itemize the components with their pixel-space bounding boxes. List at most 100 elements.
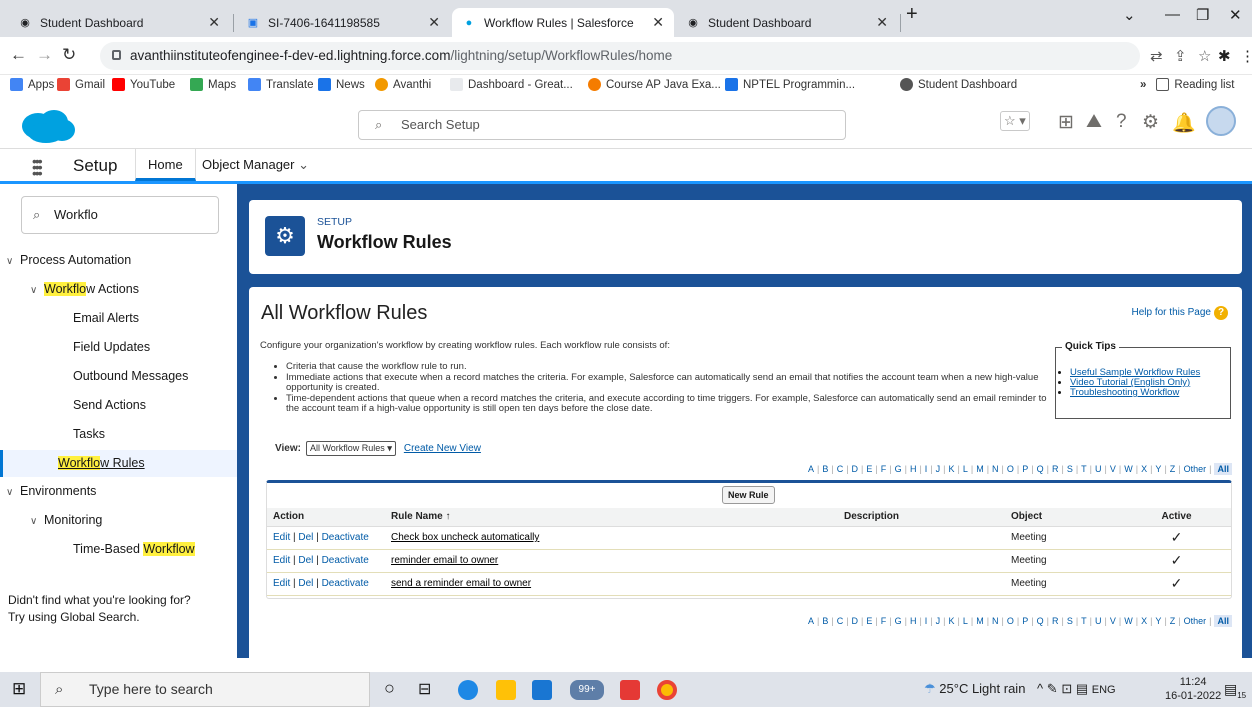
edit-link[interactable]: Edit xyxy=(273,555,290,566)
alphabet-filter-link[interactable]: V xyxy=(1110,616,1116,626)
alphabet-filter-link[interactable]: All xyxy=(1214,463,1232,475)
minimize-icon[interactable]: — xyxy=(1165,6,1180,23)
alphabet-filter-link[interactable]: Y xyxy=(1155,616,1161,626)
global-actions-icon[interactable]: ⊞ xyxy=(1058,111,1074,134)
bookmark-maps[interactable]: Maps xyxy=(190,78,236,91)
back-icon[interactable]: ← xyxy=(10,45,27,65)
alphabet-filter-link[interactable]: I xyxy=(925,616,928,626)
alphabet-filter-link[interactable]: F xyxy=(881,616,887,626)
alphabet-filter-link[interactable]: B xyxy=(822,464,828,474)
alphabet-filter-link[interactable]: E xyxy=(866,616,872,626)
delete-link[interactable]: Del xyxy=(298,555,313,566)
office-icon[interactable] xyxy=(620,680,640,700)
bookmark-dashboard[interactable]: Dashboard - Great... xyxy=(450,78,573,91)
volume-icon[interactable]: ▤ xyxy=(1076,681,1088,696)
favorites-star-icon[interactable]: ☆ ▾ xyxy=(1000,111,1030,131)
nav-workflow-rules[interactable]: Workflow Rules xyxy=(0,450,237,477)
gear-icon[interactable]: ⚙ xyxy=(1142,111,1159,134)
bookmark-avanthi[interactable]: Avanthi xyxy=(375,78,431,91)
store-icon[interactable] xyxy=(532,680,552,700)
nav-time-based-workflow[interactable]: Time-Based Workflow xyxy=(0,536,237,563)
tab-search-icon[interactable]: ⌄ xyxy=(1123,6,1136,24)
alphabet-filter-link[interactable]: All xyxy=(1214,615,1232,627)
deactivate-link[interactable]: Deactivate xyxy=(322,532,369,543)
close-window-icon[interactable]: ✕ xyxy=(1229,6,1242,24)
alphabet-filter-link[interactable]: Q xyxy=(1037,616,1044,626)
bookmark-gmail[interactable]: Gmail xyxy=(57,78,105,91)
trailhead-icon[interactable]: ⛰ xyxy=(1086,111,1102,133)
nav-monitoring[interactable]: ∨ Monitoring xyxy=(0,507,237,534)
alphabet-filter-link[interactable]: M xyxy=(976,616,984,626)
network-icon[interactable]: ⊡ xyxy=(1061,681,1072,696)
alphabet-filter-link[interactable]: N xyxy=(992,616,999,626)
alphabet-filter-link[interactable]: P xyxy=(1022,616,1028,626)
edit-link[interactable]: Edit xyxy=(273,532,290,543)
rule-name-link[interactable]: send a reminder email to owner xyxy=(391,578,531,589)
alphabet-filter-link[interactable]: O xyxy=(1007,616,1014,626)
alphabet-filter-link[interactable]: V xyxy=(1110,464,1116,474)
help-link[interactable]: Help for this Page? xyxy=(1132,306,1228,320)
nav-process-automation[interactable]: ∨ Process Automation xyxy=(0,247,237,274)
alphabet-filter-link[interactable]: M xyxy=(976,464,984,474)
alphabet-filter-link[interactable]: T xyxy=(1081,616,1087,626)
column-header-rule-name[interactable]: Rule Name ↑ xyxy=(385,508,838,527)
alphabet-filter-link[interactable]: Q xyxy=(1037,464,1044,474)
nav-workflow-actions[interactable]: ∨ Workflow Actions xyxy=(0,276,237,303)
bookmark-youtube[interactable]: YouTube xyxy=(112,78,175,91)
salesforce-logo-icon[interactable] xyxy=(18,106,78,144)
edit-link[interactable]: Edit xyxy=(273,578,290,589)
alphabet-filter-link[interactable]: W xyxy=(1124,616,1133,626)
user-avatar[interactable] xyxy=(1206,106,1236,136)
help-icon[interactable]: ? xyxy=(1116,111,1127,133)
nav-email-alerts[interactable]: Email Alerts xyxy=(0,305,237,332)
bookmark-student-dashboard[interactable]: Student Dashboard xyxy=(900,78,1017,91)
tray-chevron-icon[interactable]: ^ xyxy=(1037,681,1043,696)
nav-field-updates[interactable]: Field Updates xyxy=(0,334,237,361)
clock[interactable]: 11:24 16-01-2022 xyxy=(1165,675,1221,703)
nav-tasks[interactable]: Tasks xyxy=(0,421,237,448)
app-launcher-icon[interactable]: ••• ••• ••• xyxy=(32,154,43,180)
bookmark-course[interactable]: Course AP Java Exa... xyxy=(588,78,721,91)
alphabet-filter-link[interactable]: F xyxy=(881,464,887,474)
reading-list[interactable]: » Reading list xyxy=(1140,78,1235,91)
alphabet-filter-link[interactable]: C xyxy=(837,616,844,626)
taskbar-search-input[interactable]: ⌕ Type here to search xyxy=(40,672,370,707)
alphabet-filter-link[interactable]: W xyxy=(1124,464,1133,474)
task-view-icon[interactable]: ⊟ xyxy=(418,679,438,699)
nav-outbound-messages[interactable]: Outbound Messages xyxy=(0,363,237,390)
browser-tab-active[interactable]: ● Workflow Rules | Salesforce ✕ xyxy=(452,8,674,37)
alphabet-filter-link[interactable]: K xyxy=(948,464,954,474)
rule-name-link[interactable]: Check box uncheck automatically xyxy=(391,532,539,543)
file-explorer-icon[interactable] xyxy=(496,680,516,700)
alphabet-filter-link[interactable]: U xyxy=(1095,616,1102,626)
alphabet-filter-link[interactable]: G xyxy=(895,616,902,626)
alphabet-filter-link[interactable]: X xyxy=(1141,616,1147,626)
alphabet-filter-link[interactable]: J xyxy=(936,464,941,474)
bookmark-news[interactable]: News xyxy=(318,78,365,91)
notifications-bell-icon[interactable]: 🔔 xyxy=(1172,111,1196,135)
reload-icon[interactable]: ↻ xyxy=(62,45,76,65)
alphabet-filter-link[interactable]: R xyxy=(1052,616,1059,626)
edge-icon[interactable] xyxy=(458,680,478,700)
view-select[interactable]: All Workflow Rules ▾ xyxy=(305,441,396,456)
new-tab-button[interactable]: + xyxy=(906,3,918,26)
weather-widget[interactable]: ☂ 25°C Light rain ^ ✎ ⊡ ▤ ENG xyxy=(924,681,1116,697)
forward-icon[interactable]: → xyxy=(36,45,53,65)
delete-link[interactable]: Del xyxy=(298,578,313,589)
deactivate-link[interactable]: Deactivate xyxy=(322,555,369,566)
alphabet-filter-link[interactable]: S xyxy=(1067,616,1073,626)
alphabet-filter-link[interactable]: U xyxy=(1095,464,1102,474)
bookmark-nptel[interactable]: NPTEL Programmin... xyxy=(725,78,855,91)
new-rule-button[interactable]: New Rule xyxy=(722,486,775,504)
translate-icon[interactable]: ⇄ xyxy=(1150,47,1163,65)
alphabet-filter-link[interactable]: K xyxy=(948,616,954,626)
alphabet-filter-link[interactable]: P xyxy=(1022,464,1028,474)
alphabet-filter-link[interactable]: Z xyxy=(1170,616,1176,626)
alphabet-filter-link[interactable]: Other xyxy=(1184,616,1207,626)
url-field[interactable]: avanthiinstituteofenginee-f-dev-ed.light… xyxy=(100,42,1140,70)
tip-link[interactable]: Troubleshooting Workflow xyxy=(1070,387,1179,398)
browser-tab[interactable]: ◉ Student Dashboard ✕ xyxy=(8,8,230,37)
alphabet-filter-link[interactable]: B xyxy=(822,616,828,626)
alphabet-filter-link[interactable]: D xyxy=(852,616,859,626)
nav-send-actions[interactable]: Send Actions xyxy=(0,392,237,419)
